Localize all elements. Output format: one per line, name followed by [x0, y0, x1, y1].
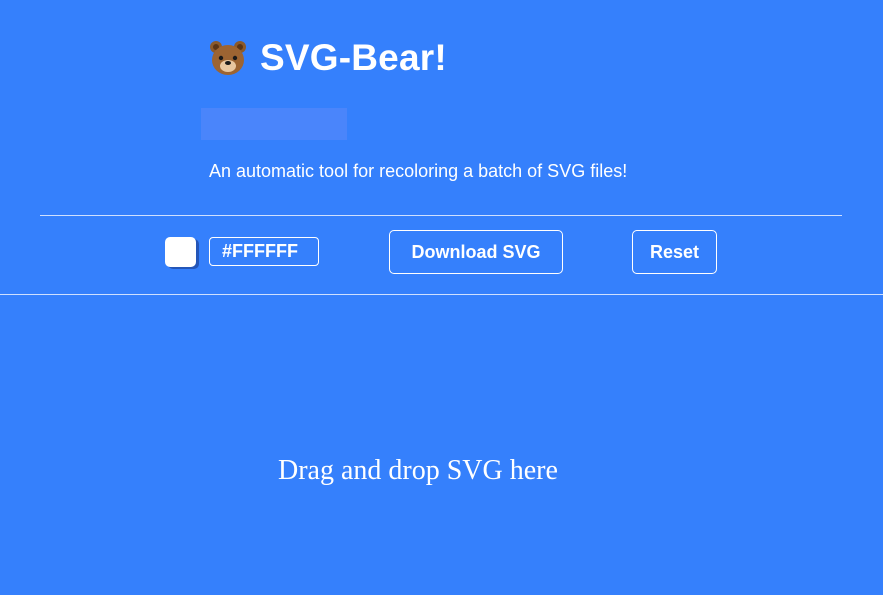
svg-dropzone[interactable] — [0, 296, 883, 595]
banner-placeholder — [201, 108, 347, 140]
download-svg-button[interactable]: Download SVG — [389, 230, 563, 274]
color-swatch[interactable] — [165, 237, 196, 267]
divider — [0, 294, 883, 295]
hex-color-input[interactable] — [209, 237, 319, 266]
reset-button[interactable]: Reset — [632, 230, 717, 274]
divider — [40, 215, 842, 216]
dropzone-label: Drag and drop SVG here — [278, 455, 558, 486]
page-title: SVG-Bear! — [260, 37, 447, 78]
app-header: SVG-Bear! — [208, 32, 447, 84]
tagline: An automatic tool for recoloring a batch… — [209, 161, 628, 181]
bear-face-icon — [208, 38, 248, 78]
